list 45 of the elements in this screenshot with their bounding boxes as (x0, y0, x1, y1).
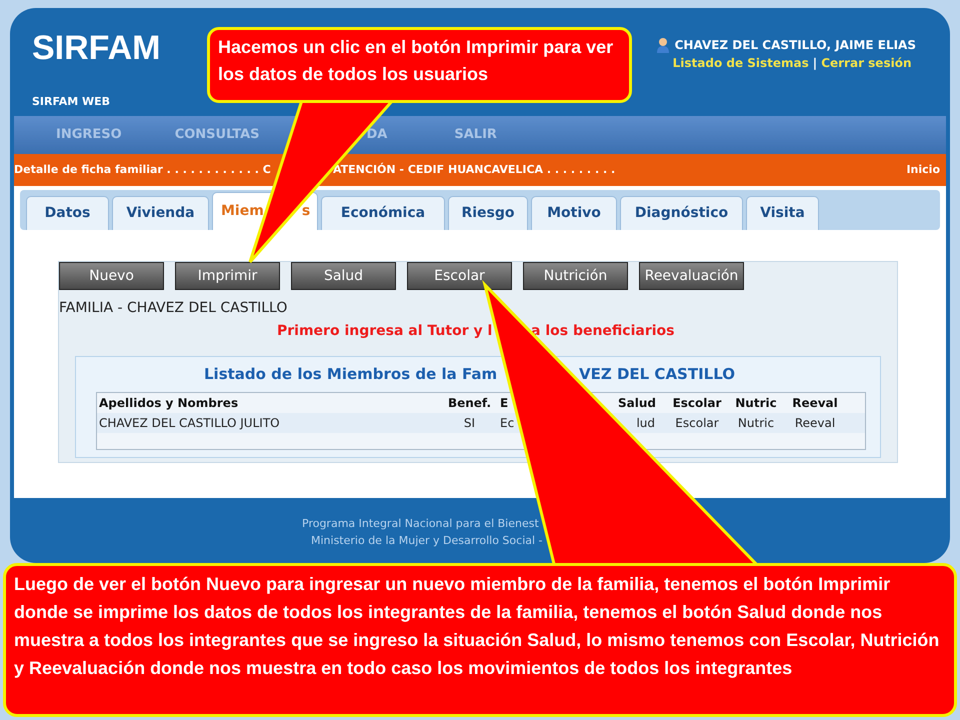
column-header: Nutric (734, 394, 778, 412)
logo-text: SIRFAM (32, 28, 160, 68)
user-name: CHAVEZ DEL CASTILLO, JAIME ELIAS (674, 37, 916, 54)
column-header: Benef. (446, 394, 492, 412)
callout: Hacemos un clic en el botón Imprimir para ver los datos de todos los usuarios (207, 27, 632, 103)
listing-title: VEZ DEL CASTILLO (579, 364, 735, 385)
callout: Luego de ver el botón Nuevo para ingresar un nuevo miembro de la familia, tenemos el botón Imprimir donde se imprime los datos de todos los integrantes de la familia, tenemos el botón Salud donde nos muestra a todos los integrantes que se ingreso la situación Salud, lo mismo tenemos con Escolar, Nutrición y Reevaluación donde nos muestra en todo caso los movimientos de todos los integrantes (3, 563, 957, 717)
action-button[interactable]: Escolar (407, 262, 512, 290)
column-header: Reeval (791, 394, 839, 412)
action-button[interactable]: Imprimir (175, 262, 280, 290)
tab[interactable]: Económica (321, 196, 445, 230)
site-subtitle: SIRFAM WEB (32, 94, 112, 110)
action-button[interactable]: Reevaluación (639, 262, 744, 290)
tab[interactable]: Vivienda (112, 196, 209, 230)
column-header: E (499, 394, 510, 412)
breadcrumb-text: ATENCIÓN - CEDIF HUANCAVELICA . . . . . . . . . (333, 162, 616, 178)
user-icon (656, 37, 670, 53)
column-header: Salud (617, 394, 657, 412)
footer-text: Programa Integral Nacional para el Bienest (302, 516, 540, 532)
listing-title: Listado de los Miembros de la Fam (204, 364, 498, 385)
column-header: Apellidos y Nombres (98, 394, 240, 412)
table-cell-text: Nutric (736, 414, 776, 432)
notice-text: Primero ingresa al Tutor y l (277, 322, 494, 341)
footer-text: Ministerio de la Mujer y Desarrollo Social - (311, 532, 544, 548)
tab[interactable]: Riesgo (448, 196, 528, 230)
tab[interactable]: Datos (26, 196, 109, 230)
logout-link[interactable]: Cerrar sesión (821, 54, 912, 72)
action-button[interactable]: Nutrición (523, 262, 628, 290)
tab[interactable]: Diagnóstico (620, 196, 743, 230)
table-cell-text: Escolar (674, 414, 720, 432)
tab[interactable]: Motivo (531, 196, 617, 230)
breadcrumb-text: Detalle de ficha familiar . . . . . . . . . . . . C (14, 162, 272, 178)
action-button[interactable]: Salud (291, 262, 396, 290)
tab[interactable]: Visita (746, 196, 819, 230)
column-header: Escolar (672, 394, 722, 412)
action-button[interactable]: Nuevo (59, 262, 164, 290)
table-cell-text: SI (462, 414, 476, 432)
family-name: FAMILIA - CHAVEZ DEL CASTILLO (59, 299, 288, 318)
link-separator: | (812, 55, 818, 72)
home-link[interactable]: Inicio (906, 162, 940, 178)
systems-link[interactable]: Listado de Sistemas (672, 54, 809, 72)
table-cell-text: lud (635, 414, 656, 432)
table-cell-text: Ec (499, 414, 516, 432)
table-cell-text: Reeval (794, 414, 836, 432)
table-cell-text: CHAVEZ DEL CASTILLO JULITO (98, 414, 281, 432)
